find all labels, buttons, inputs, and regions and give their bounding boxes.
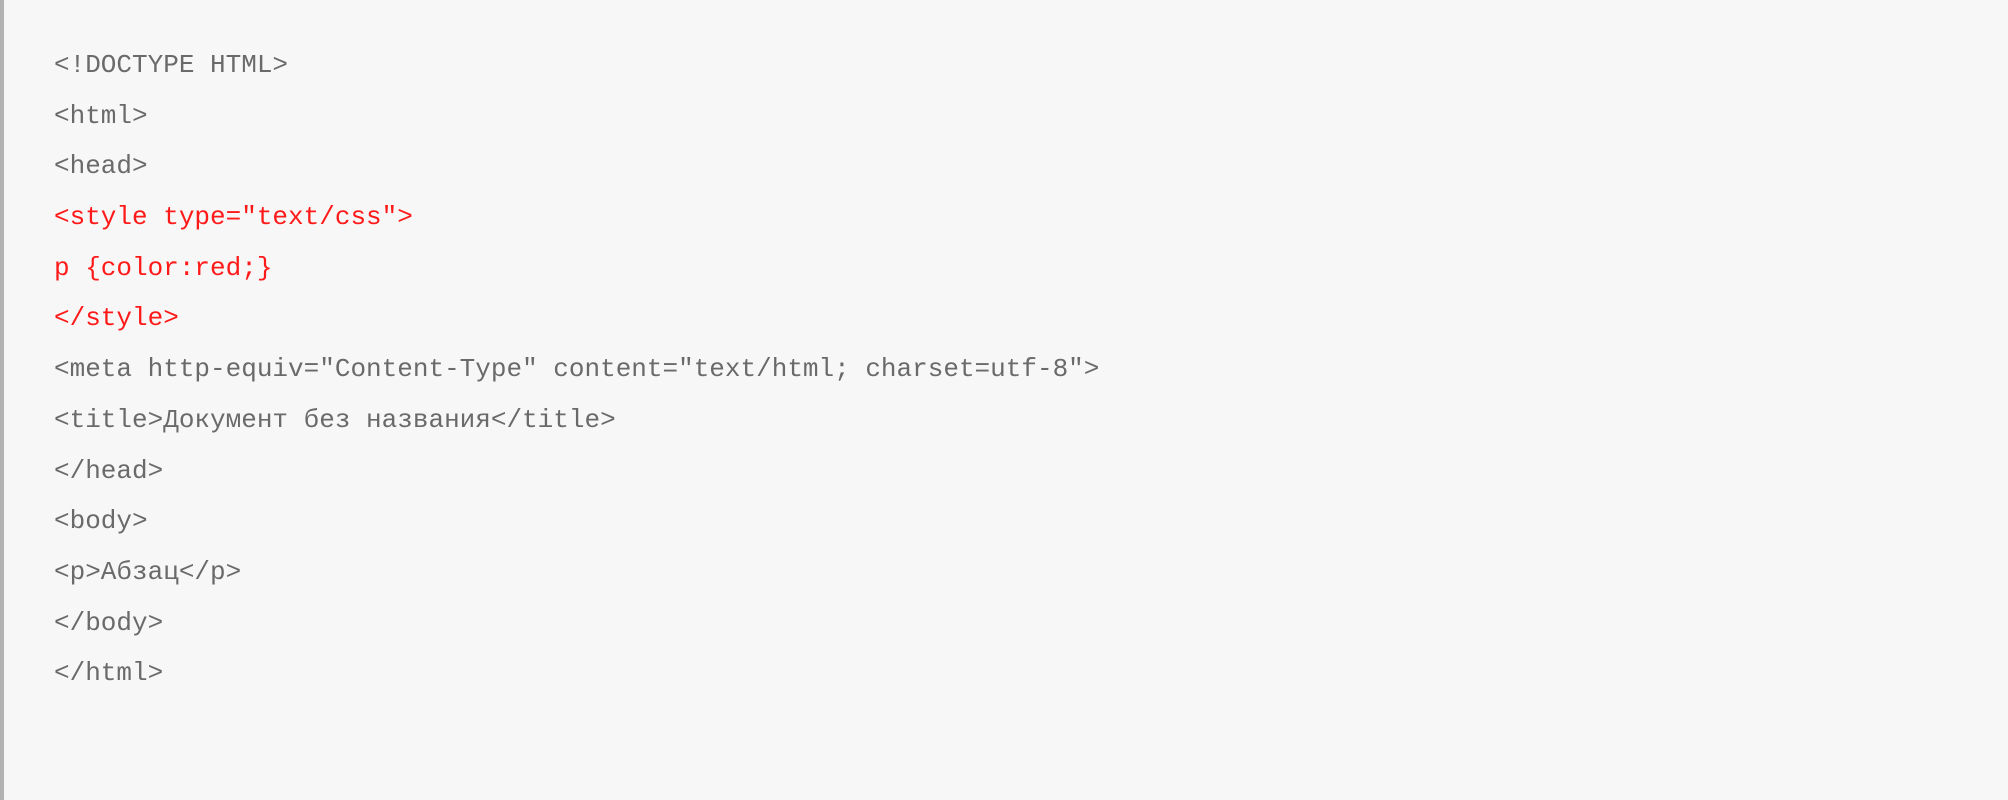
- code-line: <body>: [54, 506, 148, 536]
- code-line: </style>: [54, 303, 179, 333]
- code-line: </head>: [54, 456, 163, 486]
- code-block: <!DOCTYPE HTML> <html> <head> <style typ…: [0, 0, 2008, 800]
- code-line: <!DOCTYPE HTML>: [54, 50, 288, 80]
- code-line: <meta http-equiv="Content-Type" content=…: [54, 354, 1099, 384]
- code-content: <!DOCTYPE HTML> <html> <head> <style typ…: [54, 40, 1968, 699]
- code-line: p {color:red;}: [54, 253, 272, 283]
- code-line: <title>Документ без названия</title>: [54, 405, 616, 435]
- code-line: <head>: [54, 151, 148, 181]
- code-line: <p>Абзац</p>: [54, 557, 241, 587]
- code-line: <html>: [54, 101, 148, 131]
- code-line: </html>: [54, 658, 163, 688]
- code-line: <style type="text/css">: [54, 202, 413, 232]
- code-line: </body>: [54, 608, 163, 638]
